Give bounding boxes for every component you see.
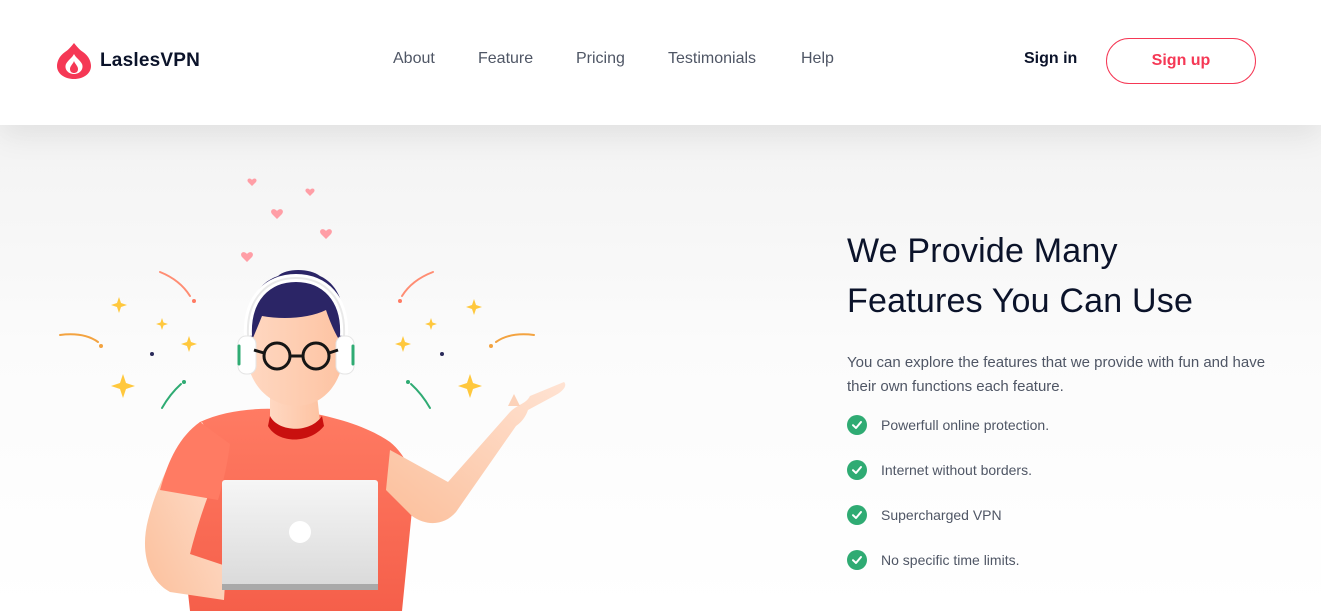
sign-in-link[interactable]: Sign in [1024,50,1077,68]
sign-up-button[interactable]: Sign up [1106,38,1256,84]
list-item: Supercharged VPN [847,504,1049,526]
hero-title: We Provide Many Features You Can Use [847,226,1267,326]
heart-icons [241,178,332,262]
person-with-laptop-illustration [59,178,566,611]
list-item: Internet without borders. [847,459,1049,481]
list-item: Powerfull online protection. [847,414,1049,436]
feature-label: No specific time limits. [881,552,1020,568]
nav-item-about[interactable]: About [393,50,435,68]
nav-item-pricing[interactable]: Pricing [576,50,625,68]
check-circle-icon [847,460,867,480]
brand-name: LaslesVPN [100,50,201,71]
hero-title-line-2: Features You Can Use [847,282,1194,320]
site-header: LaslesVPN About Feature Pricing Testimon… [0,0,1321,125]
check-circle-icon [847,415,867,435]
flame-logo-icon [57,43,91,79]
hero-content: We Provide Many Features You Can Use You… [847,226,1267,399]
nav-item-testimonials[interactable]: Testimonials [668,50,756,68]
feature-label: Internet without borders. [881,462,1032,478]
hero-title-line-1: We Provide Many [847,232,1118,270]
hero-description: You can explore the features that we pro… [847,354,1266,395]
feature-label: Supercharged VPN [881,507,1002,523]
nav-item-help[interactable]: Help [801,50,834,68]
check-circle-icon [847,505,867,525]
feature-label: Powerfull online protection. [881,417,1050,433]
nav-item-feature[interactable]: Feature [478,50,533,68]
check-circle-icon [847,550,867,570]
brand-logo[interactable]: LaslesVPN [56,42,200,80]
feature-list: Powerfull online protection. Internet wi… [847,414,1049,594]
list-item: No specific time limits. [847,549,1049,571]
